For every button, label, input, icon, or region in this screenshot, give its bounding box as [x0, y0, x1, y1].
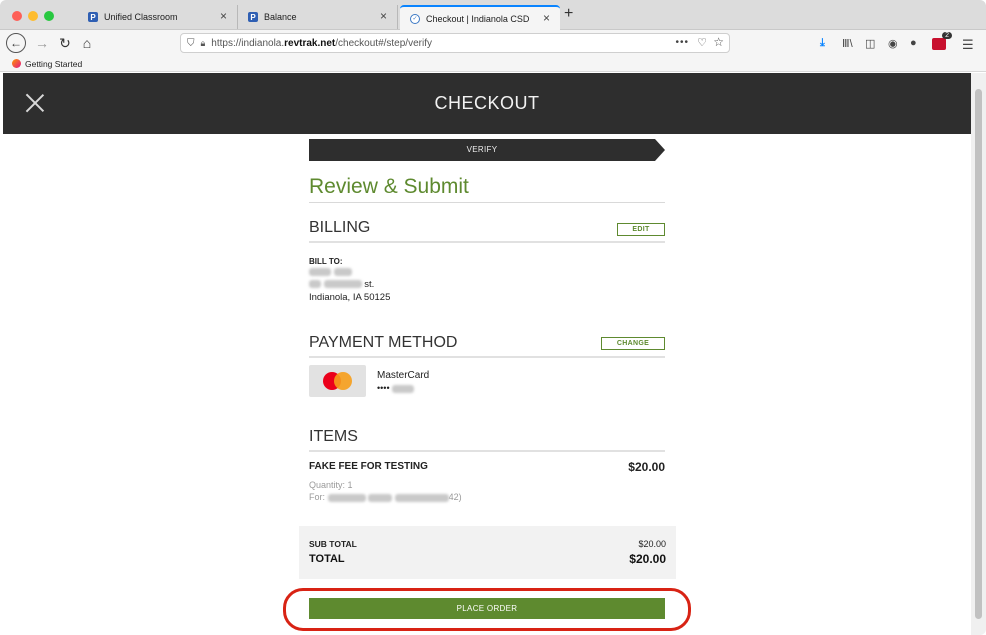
item-name: FAKE FEE FOR TESTING [309, 461, 428, 472]
hamburger-menu-icon[interactable]: ☰ [962, 37, 974, 53]
review-title: Review & Submit [309, 175, 665, 203]
scrollbar-thumb[interactable] [975, 89, 982, 619]
close-tab-icon[interactable]: × [380, 9, 387, 23]
mastercard-logo [309, 365, 366, 397]
tab-balance[interactable]: P Balance × [238, 5, 398, 29]
download-icon[interactable]: ⤓ [820, 37, 825, 50]
minimize-window-button[interactable] [28, 11, 38, 21]
card-brand: MasterCard [377, 370, 430, 381]
billing-heading: BILLING [309, 219, 665, 243]
order-totals: SUB TOTAL $20.00 TOTAL $20.00 [299, 526, 676, 579]
checkout-header: CHECKOUT [3, 73, 971, 134]
back-icon[interactable]: ← [6, 33, 26, 53]
tab-label: Balance [264, 12, 297, 22]
extension-badge-count: 2 [942, 32, 952, 39]
close-window-button[interactable] [12, 11, 22, 21]
redacted-text [323, 280, 362, 289]
extension-icon[interactable]: ● [910, 37, 917, 49]
bill-to-street: st. [309, 279, 374, 290]
tab-bar: P Unified Classroom × P Balance × ✓ Chec… [0, 0, 986, 30]
redacted-text [309, 280, 321, 289]
tab-unified-classroom[interactable]: P Unified Classroom × [78, 5, 238, 29]
page-scrollbar[interactable] [971, 73, 986, 635]
close-tab-icon[interactable]: × [543, 11, 550, 25]
tab-label: Unified Classroom [104, 12, 178, 22]
tab-checkout[interactable]: ✓ Checkout | Indianola CSD × [400, 5, 560, 30]
reload-icon[interactable]: ↻ [56, 34, 74, 52]
powerschool-icon: P [248, 12, 258, 22]
pocket-icon[interactable]: ♡ [697, 36, 707, 49]
card-number: •••• [377, 383, 415, 393]
page-actions-icon[interactable]: ••• [675, 37, 689, 48]
lock-icon[interactable]: 🔒︎ [201, 38, 206, 49]
subtotal-label: SUB TOTAL [309, 539, 357, 549]
zoom-window-button[interactable] [44, 11, 54, 21]
change-payment-button[interactable]: CHANGE [601, 337, 665, 350]
revtrak-icon: ✓ [410, 13, 420, 24]
page-title: CHECKOUT [434, 93, 540, 113]
bookmark-star-icon[interactable]: ☆ [713, 35, 724, 49]
place-order-button[interactable]: PLACE ORDER [309, 598, 665, 619]
bookmark-getting-started[interactable]: Getting Started [25, 59, 82, 69]
redacted-text [309, 268, 331, 277]
redacted-text [368, 493, 393, 502]
forward-icon[interactable]: → [33, 34, 51, 52]
tab-label: Checkout | Indianola CSD [426, 13, 530, 24]
library-icon[interactable]: Ⅲ\ [842, 37, 853, 50]
extension-badge-icon[interactable]: 2 [932, 32, 952, 50]
firefox-icon [12, 59, 21, 68]
home-icon[interactable]: ⌂ [78, 34, 96, 52]
bill-to-name [309, 267, 352, 278]
checkout-page: CHECKOUT VERIFY Review & Submit BILLING … [3, 73, 971, 635]
street-suffix: st. [364, 279, 375, 290]
nav-toolbar: ← → ↻ ⌂ ⛉ 🔒︎ https://indianola.revtrak.n… [0, 30, 986, 56]
item-for: For: 42) [309, 492, 462, 502]
bookmarks-bar: Getting Started [0, 56, 986, 72]
address-bar[interactable]: ⛉ 🔒︎ https://indianola.revtrak.net/check… [180, 33, 730, 53]
redacted-text [333, 268, 352, 277]
item-price: $20.00 [628, 460, 665, 474]
bill-to-city: Indianola, IA 50125 [309, 292, 391, 303]
total-label: TOTAL [309, 553, 345, 565]
item-quantity: Quantity: 1 [309, 480, 353, 490]
edit-billing-button[interactable]: EDIT [617, 223, 665, 236]
browser-window: P Unified Classroom × P Balance × ✓ Chec… [0, 0, 986, 635]
bill-to-label: BILL TO: [309, 257, 343, 266]
redacted-text [392, 384, 415, 393]
powerschool-icon: P [88, 12, 98, 22]
total-value: $20.00 [629, 552, 666, 566]
subtotal-value: $20.00 [638, 539, 666, 549]
sidebar-icon[interactable]: ◫ [865, 37, 875, 50]
url-text[interactable]: https://indianola.revtrak.net/checkout#/… [211, 38, 432, 49]
mastercard-yellow-circle [334, 372, 352, 390]
items-heading: ITEMS [309, 428, 665, 452]
account-icon[interactable]: ◉ [888, 37, 898, 50]
close-tab-icon[interactable]: × [220, 9, 227, 23]
redacted-text [394, 493, 449, 502]
step-indicator: VERIFY [309, 139, 665, 161]
redacted-text [327, 493, 366, 502]
new-tab-icon[interactable]: + [564, 5, 573, 23]
tracking-shield-icon[interactable]: ⛉ [187, 38, 195, 49]
